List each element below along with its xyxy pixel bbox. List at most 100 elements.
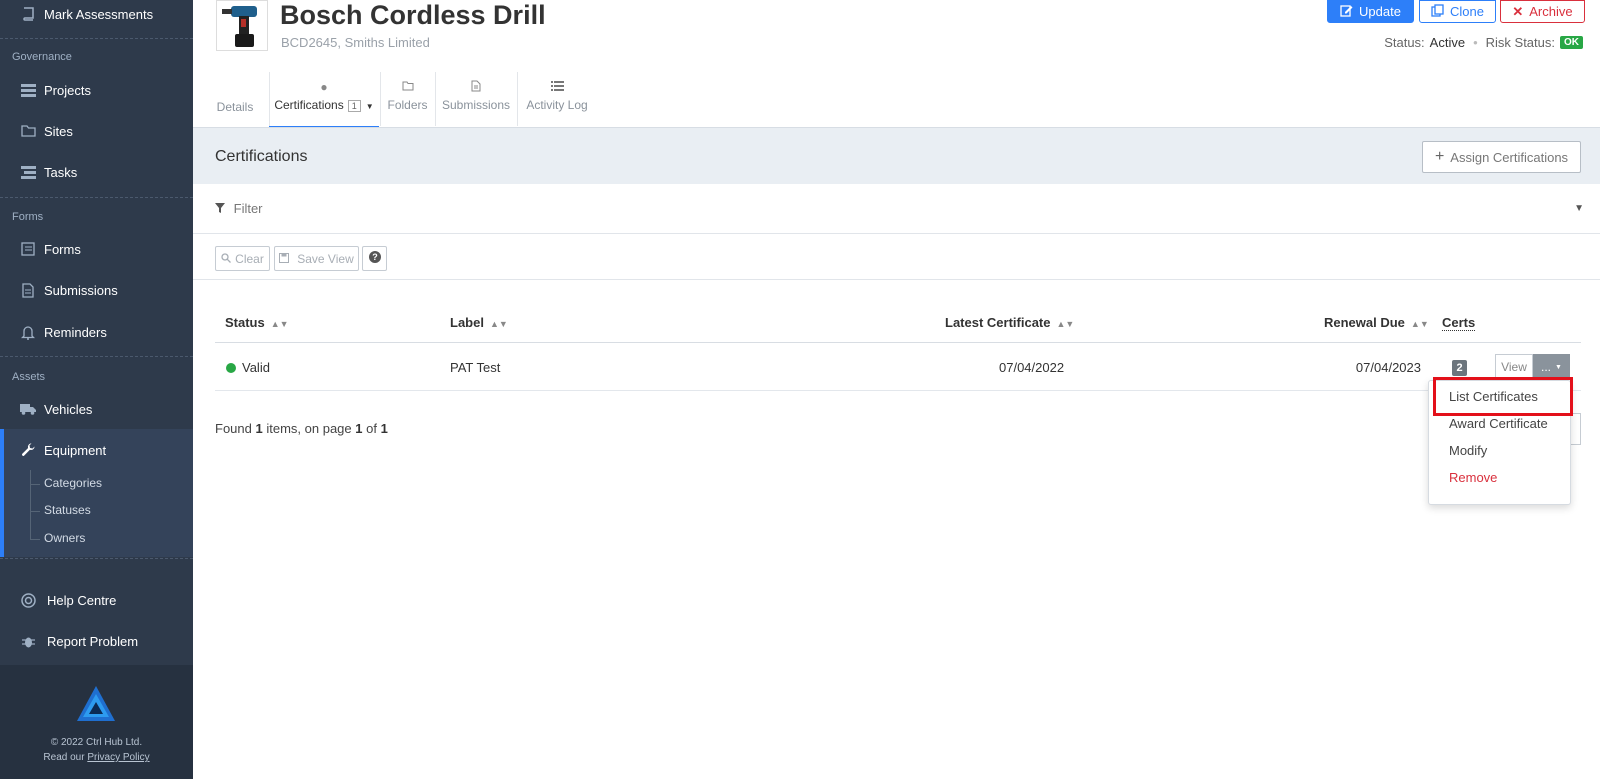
- more-label: ...: [1541, 360, 1552, 374]
- privacy-line: Read our Privacy Policy: [0, 750, 193, 765]
- sidebar-subitem-owners[interactable]: Owners: [44, 531, 85, 545]
- sidebar-item-label: Reminders: [44, 324, 107, 340]
- total-pages: 1: [380, 421, 388, 436]
- sidebar-divider: [0, 558, 193, 559]
- tab-submissions[interactable]: Submissions: [435, 72, 517, 128]
- column-header-renewal-due[interactable]: Renewal Due ▲▼: [1324, 315, 1429, 330]
- clone-button[interactable]: Clone: [1419, 0, 1496, 23]
- search-icon: [221, 252, 232, 266]
- tab-folders[interactable]: Folders: [380, 72, 435, 128]
- tab-label: Folders: [387, 98, 428, 112]
- sidebar-item-label: Help Centre: [47, 592, 117, 608]
- filter-icon: [215, 201, 225, 216]
- question-circle-icon: ?: [368, 251, 381, 266]
- row-status: Valid: [226, 360, 270, 375]
- filter-label: Filter: [233, 201, 263, 216]
- tab-activity-log[interactable]: Activity Log: [517, 72, 597, 128]
- sidebar-item-label: Mark Assessments: [44, 6, 154, 22]
- sidebar-item-tasks[interactable]: Tasks: [0, 152, 193, 192]
- risk-status-label: Risk Status:: [1485, 35, 1555, 50]
- sidebar: Mark Assessments Governance Projects Sit…: [0, 0, 193, 779]
- update-label: Update: [1359, 4, 1401, 19]
- clear-button[interactable]: Clear: [215, 246, 270, 271]
- help-button[interactable]: ?: [362, 246, 387, 271]
- status-label: Status:: [1384, 35, 1425, 50]
- tab-count-badge: 1: [347, 100, 361, 112]
- found-middle: items, on page: [266, 421, 352, 436]
- update-button[interactable]: Update: [1327, 0, 1414, 23]
- ctrlhub-logo: [77, 686, 115, 721]
- row-latest-certificate: 07/04/2022: [999, 360, 1065, 375]
- sidebar-item-report-problem[interactable]: Report Problem: [0, 621, 193, 661]
- sidebar-item-label: Sites: [44, 123, 73, 139]
- sidebar-divider: [0, 356, 193, 357]
- column-header-latest-certificate[interactable]: Latest Certificate ▲▼: [945, 315, 1074, 330]
- chevron-down-icon[interactable]: ▼: [1574, 203, 1584, 214]
- truck-icon: [20, 401, 36, 417]
- menu-item-list-certificates[interactable]: List Certificates: [1449, 389, 1538, 404]
- tab-label: Certifications: [274, 98, 344, 112]
- pagination-summary: Found 1 items, on page 1 of 1: [215, 421, 388, 436]
- row-rule: [215, 390, 1581, 391]
- sidebar-item-label: Forms: [44, 241, 81, 257]
- tab-label: Details: [216, 100, 254, 114]
- sidebar-item-help-centre[interactable]: Help Centre: [0, 580, 193, 620]
- separator-dot: •: [1473, 35, 1478, 50]
- sidebar-item-forms[interactable]: Forms: [0, 229, 193, 269]
- assign-certifications-button[interactable]: + Assign Certifications: [1422, 141, 1581, 173]
- column-header-certs: Certs: [1442, 315, 1476, 331]
- column-label: Status: [225, 315, 265, 330]
- save-icon: [279, 252, 290, 266]
- sidebar-subitem-categories[interactable]: Categories: [44, 476, 102, 490]
- assign-certifications-label: Assign Certifications: [1450, 149, 1569, 165]
- sidebar-divider: [0, 38, 193, 39]
- close-icon: ✕: [1512, 3, 1524, 19]
- sort-icon: ▲▼: [1056, 319, 1075, 329]
- sidebar-item-projects[interactable]: Projects: [0, 70, 193, 110]
- plus-icon: +: [1434, 148, 1445, 165]
- tab-certifications[interactable]: ● Certifications 1 ▼: [269, 72, 379, 128]
- sidebar-item-label: Projects: [44, 82, 91, 98]
- page-title: Bosch Cordless Drill: [280, 0, 546, 30]
- menu-item-modify[interactable]: Modify: [1449, 443, 1487, 458]
- book-icon: [20, 6, 36, 22]
- equipment-thumbnail: [216, 0, 268, 51]
- sidebar-section-assets: Assets: [12, 371, 46, 383]
- main-content: Bosch Cordless Drill BCD2645, Smiths Lim…: [193, 0, 1600, 779]
- read-our-text: Read our: [43, 752, 85, 763]
- sidebar-item-mark-assessments[interactable]: Mark Assessments: [0, 0, 193, 34]
- menu-item-award-certificate[interactable]: Award Certificate: [1449, 416, 1548, 431]
- tab-details[interactable]: Details: [215, 72, 255, 128]
- sidebar-item-equipment[interactable]: Equipment: [0, 430, 193, 470]
- status-text: Valid: [242, 360, 270, 375]
- copy-icon: [1431, 3, 1444, 20]
- section-title: Certifications: [215, 148, 308, 165]
- folder-icon: [20, 123, 36, 139]
- sidebar-subitem-statuses[interactable]: Statuses: [44, 503, 91, 517]
- caret-down-icon[interactable]: ▼: [366, 102, 374, 111]
- tree-line: [30, 470, 31, 540]
- sidebar-item-sites[interactable]: Sites: [0, 111, 193, 151]
- sidebar-item-label: Equipment: [44, 442, 107, 458]
- column-label: Label: [450, 315, 484, 330]
- save-view-button[interactable]: Save View: [274, 246, 359, 271]
- filter-toggle[interactable]: Filter: [215, 201, 263, 216]
- row-actions-dropdown: List Certificates Award Certificate Modi…: [1428, 377, 1573, 505]
- column-header-label[interactable]: Label ▲▼: [450, 315, 508, 330]
- sidebar-item-vehicles[interactable]: Vehicles: [0, 389, 193, 429]
- sidebar-section-governance: Governance: [12, 51, 72, 63]
- menu-item-remove[interactable]: Remove: [1449, 470, 1497, 485]
- document-icon: [435, 80, 517, 98]
- privacy-policy-link[interactable]: Privacy Policy: [87, 752, 149, 763]
- sidebar-item-label: Tasks: [44, 164, 78, 180]
- sidebar-item-reminders[interactable]: Reminders: [0, 312, 193, 352]
- archive-button[interactable]: ✕ Archive: [1500, 0, 1585, 23]
- sidebar-item-submissions[interactable]: Submissions: [0, 270, 193, 310]
- tab-label: Activity Log: [526, 98, 588, 112]
- sidebar-section-forms: Forms: [12, 211, 44, 223]
- found-of: of: [366, 421, 377, 436]
- tree-branch: [30, 511, 40, 512]
- sidebar-item-label: Report Problem: [47, 633, 139, 649]
- status-value: Active: [1429, 35, 1466, 50]
- column-header-status[interactable]: Status ▲▼: [225, 315, 289, 330]
